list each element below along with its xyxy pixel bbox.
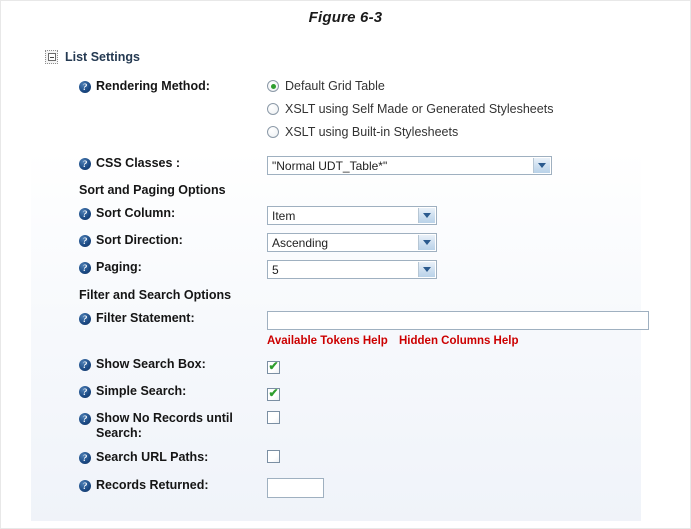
field-row-sort-direction: ? Sort Direction: Ascending: [1, 233, 690, 252]
radio-label: XSLT using Built-in Stylesheets: [285, 125, 459, 139]
label-text: Paging:: [96, 260, 142, 274]
chevron-down-icon[interactable]: [533, 158, 550, 173]
section-header-list-settings[interactable]: List Settings: [45, 50, 140, 64]
control-rendering-method: Default Grid Table XSLT using Self Made …: [251, 79, 690, 148]
chevron-down-icon[interactable]: [418, 262, 435, 277]
sort-column-select[interactable]: Item: [267, 206, 437, 225]
sort-direction-select[interactable]: Ascending: [267, 233, 437, 252]
control-paging: 5: [251, 260, 690, 279]
label-text: Show Search Box:: [96, 357, 206, 371]
figure-page: Figure 6-3 List Settings ? Rendering Met…: [0, 0, 691, 529]
label-show-no-records: ? Show No Records until Search:: [1, 411, 251, 441]
simple-search-checkbox[interactable]: ✔: [267, 386, 280, 401]
help-question-icon[interactable]: ?: [79, 262, 91, 274]
control-sort-direction: Ascending: [251, 233, 690, 252]
control-sort-column: Item: [251, 206, 690, 225]
label-records-returned: ? Records Returned:: [1, 478, 251, 493]
label-filter-statement: ? Filter Statement:: [1, 311, 251, 326]
search-url-paths-checkbox[interactable]: ✔: [267, 450, 280, 463]
help-question-icon[interactable]: ?: [79, 313, 91, 325]
sort-column-selected-value: Item: [272, 208, 296, 223]
group-label-sort-paging: Sort and Paging Options: [79, 183, 226, 197]
figure-title: Figure 6-3: [308, 9, 383, 26]
label-text: Filter Statement:: [96, 311, 195, 325]
field-row-simple-search: ? Simple Search: ✔: [1, 384, 690, 402]
filter-help-links: Available Tokens Help Hidden Columns Hel…: [267, 335, 690, 347]
label-rendering-method: ? Rendering Method:: [1, 79, 251, 94]
control-filter-statement: Available Tokens Help Hidden Columns Hel…: [251, 311, 690, 347]
label-paging: ? Paging:: [1, 260, 251, 275]
field-row-records-returned: ? Records Returned:: [1, 478, 690, 498]
label-text: CSS Classes :: [96, 156, 181, 170]
list-settings-form: ? Rendering Method: Default Grid Table X…: [1, 79, 690, 506]
label-text: Sort Column:: [96, 206, 176, 220]
radio-label: XSLT using Self Made or Generated Styles…: [285, 102, 554, 116]
css-classes-selected-value: "Normal UDT_Table*": [272, 158, 388, 173]
radio-button[interactable]: [267, 103, 279, 115]
label-text: Sort Direction:: [96, 233, 183, 247]
chevron-down-icon[interactable]: [418, 208, 435, 223]
label-simple-search: ? Simple Search:: [1, 384, 251, 399]
label-css-classes: ? CSS Classes :: [1, 156, 251, 171]
group-label-filter-search: Filter and Search Options: [79, 288, 232, 302]
radio-option-default-grid-table[interactable]: Default Grid Table: [267, 79, 690, 93]
help-question-icon[interactable]: ?: [79, 386, 91, 398]
control-search-url-paths: ✔: [251, 450, 690, 468]
field-row-css-classes: ? CSS Classes : "Normal UDT_Table*": [1, 156, 690, 175]
available-tokens-help-link[interactable]: Available Tokens Help: [267, 335, 388, 347]
radio-button[interactable]: [267, 126, 279, 138]
chevron-down-icon[interactable]: [418, 235, 435, 250]
hidden-columns-help-link[interactable]: Hidden Columns Help: [399, 335, 518, 347]
section-title: List Settings: [65, 50, 141, 64]
control-show-search-box: ✔: [251, 357, 690, 375]
label-text: Search URL Paths:: [96, 450, 209, 464]
collapse-box-icon[interactable]: [45, 50, 58, 64]
filter-statement-input[interactable]: [267, 311, 649, 330]
control-simple-search: ✔: [251, 384, 690, 402]
field-row-show-search-box: ? Show Search Box: ✔: [1, 357, 690, 375]
help-question-icon[interactable]: ?: [79, 452, 91, 464]
label-show-search-box: ? Show Search Box:: [1, 357, 251, 372]
field-row-filter-statement: ? Filter Statement: Available Tokens Hel…: [1, 311, 690, 347]
show-search-box-checkbox[interactable]: ✔: [267, 359, 280, 374]
label-text: Show No Records until Search:: [96, 411, 233, 440]
check-icon: ✔: [268, 386, 279, 400]
help-question-icon[interactable]: ?: [79, 208, 91, 220]
paging-select[interactable]: 5: [267, 260, 437, 279]
radio-option-xslt-self-made[interactable]: XSLT using Self Made or Generated Styles…: [267, 102, 690, 116]
help-question-icon[interactable]: ?: [79, 480, 91, 492]
label-text: Simple Search:: [96, 384, 187, 398]
radio-label: Default Grid Table: [285, 79, 385, 93]
page-content: Figure 6-3 List Settings ? Rendering Met…: [1, 1, 690, 498]
label-text: Records Returned:: [96, 478, 209, 492]
label-sort-column: ? Sort Column:: [1, 206, 251, 221]
field-row-show-no-records: ? Show No Records until Search: ✔: [1, 411, 690, 441]
field-row-search-url-paths: ? Search URL Paths: ✔: [1, 450, 690, 468]
field-row-paging: ? Paging: 5: [1, 260, 690, 279]
check-icon: ✔: [268, 359, 279, 373]
label-sort-direction: ? Sort Direction:: [1, 233, 251, 248]
help-question-icon[interactable]: ?: [79, 235, 91, 247]
control-show-no-records: ✔: [251, 411, 690, 429]
field-row-rendering-method: ? Rendering Method: Default Grid Table X…: [1, 79, 690, 148]
field-row-sort-column: ? Sort Column: Item: [1, 206, 690, 225]
radio-button[interactable]: [267, 80, 279, 92]
help-question-icon[interactable]: ?: [79, 413, 91, 425]
css-classes-select[interactable]: "Normal UDT_Table*": [267, 156, 552, 175]
records-returned-input[interactable]: [267, 478, 324, 498]
show-no-records-checkbox[interactable]: ✔: [267, 411, 280, 424]
control-records-returned: [251, 478, 690, 498]
control-css-classes: "Normal UDT_Table*": [251, 156, 690, 175]
label-search-url-paths: ? Search URL Paths:: [1, 450, 251, 465]
help-question-icon[interactable]: ?: [79, 359, 91, 371]
radio-option-xslt-builtin[interactable]: XSLT using Built-in Stylesheets: [267, 125, 690, 139]
sort-direction-selected-value: Ascending: [272, 235, 329, 250]
paging-selected-value: 5: [272, 262, 279, 277]
help-question-icon[interactable]: ?: [79, 81, 91, 93]
label-text: Rendering Method:: [96, 79, 210, 93]
help-question-icon[interactable]: ?: [79, 158, 91, 170]
collapse-minus-glyph: [47, 53, 56, 61]
